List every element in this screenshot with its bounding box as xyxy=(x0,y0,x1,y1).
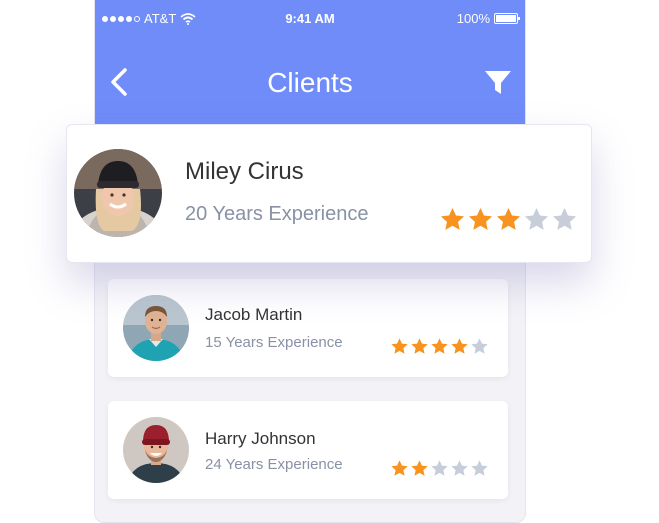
client-experience: 20 Years Experience xyxy=(185,203,369,225)
star-empty-icon xyxy=(471,338,488,354)
star-filled-icon xyxy=(391,338,408,354)
filter-icon[interactable] xyxy=(483,66,513,98)
page-title: Clients xyxy=(267,67,353,98)
nav-bar: Clients xyxy=(95,62,525,102)
star-empty-icon xyxy=(451,460,468,476)
star-empty-icon xyxy=(431,460,448,476)
status-right: 100% xyxy=(456,11,520,26)
rating-stars xyxy=(390,337,489,356)
client-name: Harry Johnson xyxy=(205,429,316,448)
battery-percent: 100% xyxy=(456,11,490,26)
star-empty-icon xyxy=(524,208,549,230)
star-filled-icon xyxy=(451,338,468,354)
battery-icon xyxy=(494,13,520,24)
avatar-woman-beanie xyxy=(74,149,162,237)
star-filled-icon xyxy=(468,208,493,230)
status-bar: AT&T 9:41 AM 100% xyxy=(95,11,525,27)
client-name: Miley Cirus xyxy=(185,158,304,185)
rating-stars xyxy=(439,206,578,233)
star-filled-icon xyxy=(411,338,428,354)
star-empty-icon xyxy=(552,208,577,230)
star-empty-icon xyxy=(471,460,488,476)
rating-stars xyxy=(390,459,489,478)
avatar-man-teal-shirt xyxy=(123,295,189,361)
client-card[interactable]: Jacob Martin 15 Years Experience xyxy=(108,279,508,377)
star-filled-icon xyxy=(411,460,428,476)
client-card[interactable]: Harry Johnson 24 Years Experience xyxy=(108,401,508,499)
star-filled-icon xyxy=(496,208,521,230)
avatar-man-red-beanie xyxy=(123,417,189,483)
app-header: AT&T 9:41 AM 100% Clients xyxy=(95,0,525,124)
client-experience: 15 Years Experience xyxy=(205,334,343,351)
client-experience: 24 Years Experience xyxy=(205,456,343,473)
star-filled-icon xyxy=(391,460,408,476)
star-filled-icon xyxy=(440,208,465,230)
client-card-featured[interactable]: Miley Cirus 20 Years Experience xyxy=(66,124,592,263)
star-filled-icon xyxy=(431,338,448,354)
client-name: Jacob Martin xyxy=(205,305,303,324)
